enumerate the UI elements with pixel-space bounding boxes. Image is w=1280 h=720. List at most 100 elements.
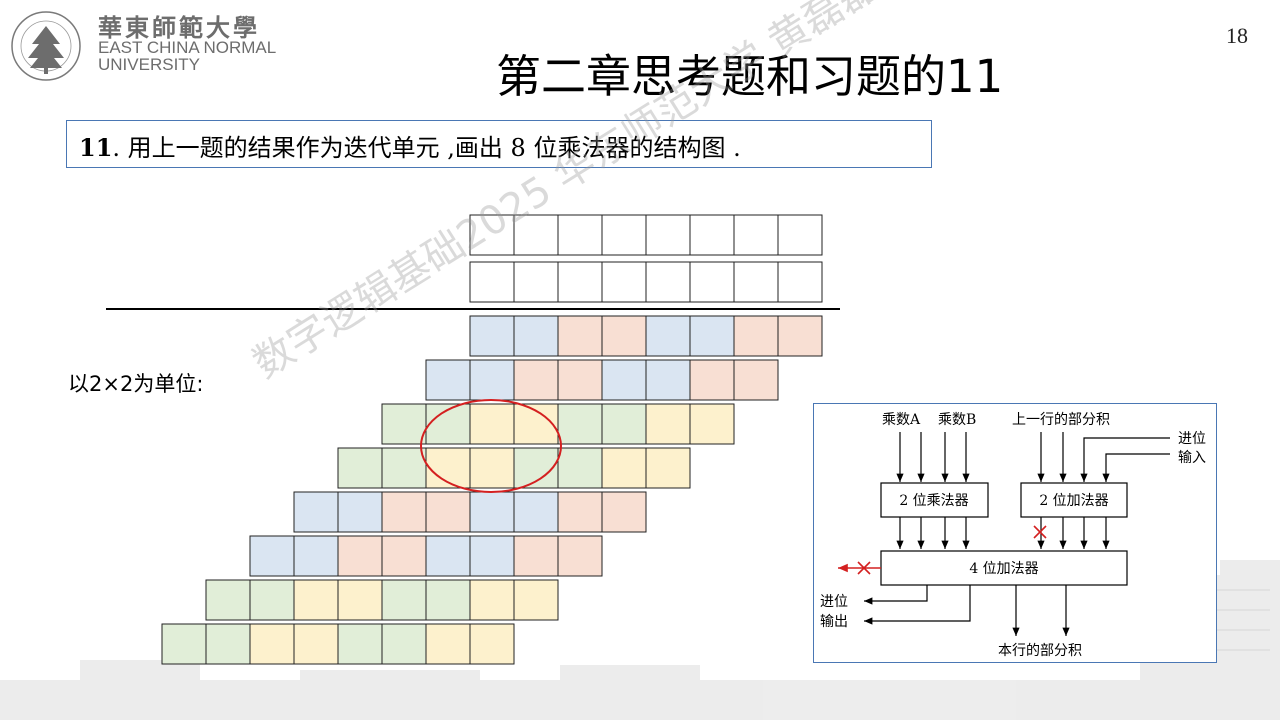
grid-cell	[293, 491, 339, 533]
grid-cell	[557, 491, 603, 533]
question-text: 11. 用上一题的结果作为迭代单元 ,画出 8 位乘法器的结构图 .	[79, 128, 741, 163]
grid-cell	[557, 214, 603, 256]
unit-label: 以2×2为单位:	[68, 372, 204, 396]
label-multiplicand-a: 乘数A	[882, 412, 921, 428]
grid-cell	[425, 579, 471, 621]
grid-cell	[249, 579, 295, 621]
grid-cell	[205, 579, 251, 621]
grid-cell	[425, 535, 471, 577]
grid-cell	[469, 359, 515, 401]
grid-cell	[381, 623, 427, 665]
grid-cell	[601, 214, 647, 256]
grid-cell	[337, 623, 383, 665]
grid-cell	[381, 579, 427, 621]
grid-cell	[337, 535, 383, 577]
grid-cell	[777, 261, 823, 303]
logo-english-line2: UNIVERSITY	[98, 55, 201, 74]
grid-cell	[689, 214, 735, 256]
grid-cell	[469, 403, 515, 445]
grid-cell	[601, 491, 647, 533]
grid-cell	[513, 359, 559, 401]
label-multiplicand-b: 乘数B	[938, 412, 976, 428]
grid-cell	[689, 261, 735, 303]
grid-cell	[645, 261, 691, 303]
grid-cell	[425, 359, 471, 401]
tree-icon	[28, 26, 64, 68]
grid-cell	[689, 315, 735, 357]
grid-cell	[513, 579, 559, 621]
label-row-partial-product: 本行的部分积	[998, 643, 1082, 659]
grid-cell	[469, 579, 515, 621]
question-number: 11	[79, 133, 113, 162]
label-carry-in-1: 进位	[1178, 431, 1206, 447]
grid-cell	[601, 359, 647, 401]
grid-cell	[645, 447, 691, 489]
grid-cell	[557, 535, 603, 577]
slide-title: 第二章思考题和习题的11	[496, 50, 1004, 103]
grid-cell	[689, 359, 735, 401]
grid-cell	[733, 359, 779, 401]
grid-cell	[337, 491, 383, 533]
grid-cell	[733, 214, 779, 256]
two-bit-multiplier-label: 2 位乘法器	[899, 493, 968, 509]
grid-cell	[777, 214, 823, 256]
grid-cell	[469, 214, 515, 256]
grid-cell	[469, 535, 515, 577]
grid-cell	[381, 491, 427, 533]
grid-cell	[469, 315, 515, 357]
grid-cell	[469, 447, 515, 489]
multiplier-structure-diagram: 乘数A 乘数B 上一行的部分积 进位 输入 2 位乘法器 2 位加法器 4 位加…	[813, 403, 1217, 663]
grid-cell	[645, 315, 691, 357]
label-carry-out-1: 进位	[820, 594, 848, 610]
logo-english-line1: EAST CHINA NORMAL	[98, 38, 277, 57]
grid-cell	[557, 447, 603, 489]
grid-cell	[293, 535, 339, 577]
label-previous-partial-product: 上一行的部分积	[1012, 412, 1110, 428]
label-carry-out-2: 输出	[820, 614, 848, 630]
grid-cell	[425, 623, 471, 665]
grid-cell	[557, 359, 603, 401]
grid-cell	[513, 261, 559, 303]
grid-cell	[469, 261, 515, 303]
grid-cell	[513, 315, 559, 357]
grid-cell	[381, 403, 427, 445]
grid-cell	[513, 214, 559, 256]
grid-cell	[601, 315, 647, 357]
grid-cell	[601, 403, 647, 445]
question-box: 11. 用上一题的结果作为迭代单元 ,画出 8 位乘法器的结构图 .	[66, 120, 932, 168]
grid-cell	[601, 447, 647, 489]
grid-cell	[469, 623, 515, 665]
logo-english-name: EAST CHINA NORMAL UNIVERSITY	[98, 39, 276, 73]
grid-cell	[689, 403, 735, 445]
grid-cell	[205, 623, 251, 665]
grid-cell	[337, 579, 383, 621]
page-number: 18	[1226, 23, 1248, 48]
grid-cell	[161, 623, 207, 665]
blocked-carry-cross-icon	[1033, 525, 1047, 539]
grid-cell	[249, 535, 295, 577]
grid-cell	[469, 491, 515, 533]
grid-cell	[381, 535, 427, 577]
grid-cell	[557, 403, 603, 445]
grid-cell	[645, 403, 691, 445]
four-bit-adder-label: 4 位加法器	[969, 561, 1038, 577]
label-carry-in-2: 输入	[1178, 450, 1206, 466]
grid-cell	[777, 315, 823, 357]
question-body: . 用上一题的结果作为迭代单元 ,画出 8 位乘法器的结构图 .	[112, 134, 741, 162]
grid-cell	[733, 315, 779, 357]
grid-cell	[425, 491, 471, 533]
grid-cell	[733, 261, 779, 303]
grid-cell	[513, 491, 559, 533]
two-bit-adder-label: 2 位加法器	[1039, 493, 1108, 509]
grid-cell	[249, 623, 295, 665]
grid-cell	[293, 623, 339, 665]
grid-cell	[645, 214, 691, 256]
grid-cell	[645, 359, 691, 401]
grid-cell	[293, 579, 339, 621]
grid-cell	[381, 447, 427, 489]
university-logo	[11, 11, 81, 81]
grid-cell	[513, 535, 559, 577]
grid-cell	[601, 261, 647, 303]
grid-cell	[557, 315, 603, 357]
grid-cell	[337, 447, 383, 489]
